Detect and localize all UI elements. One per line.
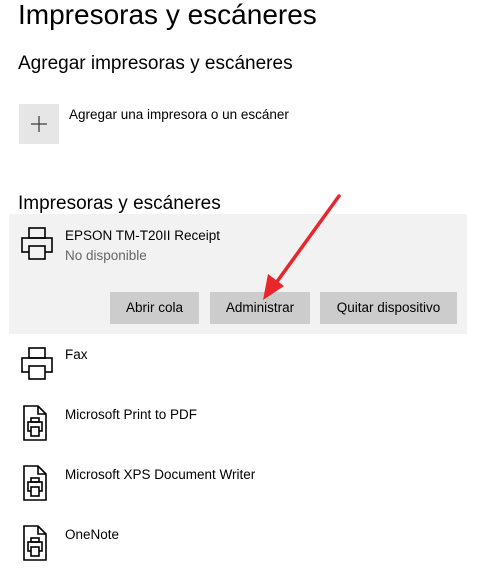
printer-icon [21, 347, 53, 380]
device-name-xps-writer[interactable]: Microsoft XPS Document Writer [65, 466, 255, 484]
add-device-button[interactable] [19, 104, 59, 144]
device-status-epson: No disponible [65, 248, 147, 263]
document-printer-icon [23, 405, 47, 441]
document-printer-icon [23, 465, 47, 501]
device-name-epson[interactable]: EPSON TM-T20II Receipt [65, 227, 220, 245]
printers-scanners-page: Impresoras y escáneres Agregar impresora… [0, 0, 490, 569]
remove-device-button[interactable]: Quitar dispositivo [320, 292, 457, 324]
document-printer-icon [23, 525, 47, 561]
plus-icon [31, 116, 47, 132]
printer-icon [21, 227, 53, 260]
manage-button[interactable]: Administrar [210, 292, 310, 324]
device-name-fax[interactable]: Fax [65, 346, 88, 364]
page-title: Impresoras y escáneres [18, 0, 317, 30]
add-section-title: Agregar impresoras y escáneres [18, 53, 293, 74]
open-queue-button[interactable]: Abrir cola [110, 292, 199, 324]
devices-section-title: Impresoras y escáneres [18, 193, 221, 214]
add-device-label[interactable]: Agregar una impresora o un escáner [69, 106, 289, 124]
device-name-onenote[interactable]: OneNote [65, 526, 119, 544]
device-name-print-to-pdf[interactable]: Microsoft Print to PDF [65, 406, 197, 424]
